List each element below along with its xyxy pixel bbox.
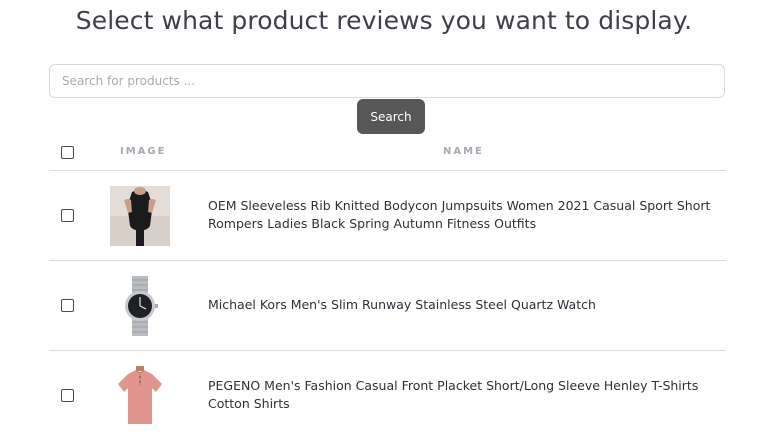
product-name: Michael Kors Men's Slim Runway Stainless… bbox=[208, 297, 596, 312]
table-row[interactable]: Michael Kors Men's Slim Runway Stainless… bbox=[49, 261, 726, 351]
row-checkbox[interactable] bbox=[61, 299, 74, 312]
select-all-checkbox[interactable] bbox=[61, 146, 74, 159]
search-input[interactable] bbox=[49, 64, 725, 98]
bodysuit-product-image bbox=[110, 186, 170, 246]
tshirt-product-image bbox=[110, 366, 170, 426]
row-checkbox[interactable] bbox=[61, 209, 74, 222]
table-header: IMAGE NAME bbox=[49, 136, 726, 171]
search-button[interactable]: Search bbox=[357, 99, 425, 134]
products-table: IMAGE NAME OEM Sleeveless Rib Knitted Bo… bbox=[49, 136, 726, 435]
page-title: Select what product reviews you want to … bbox=[75, 6, 693, 35]
table-row[interactable]: PEGENO Men's Fashion Casual Front Placke… bbox=[49, 351, 726, 435]
page: Select what product reviews you want to … bbox=[0, 0, 768, 435]
product-name: PEGENO Men's Fashion Casual Front Placke… bbox=[208, 378, 699, 411]
table-row[interactable]: OEM Sleeveless Rib Knitted Bodycon Jumps… bbox=[49, 171, 726, 261]
watch-product-image bbox=[110, 276, 170, 336]
row-checkbox[interactable] bbox=[61, 389, 74, 402]
column-header-image: IMAGE bbox=[120, 146, 167, 157]
column-header-name: NAME bbox=[443, 146, 484, 157]
product-name: OEM Sleeveless Rib Knitted Bodycon Jumps… bbox=[208, 198, 711, 231]
